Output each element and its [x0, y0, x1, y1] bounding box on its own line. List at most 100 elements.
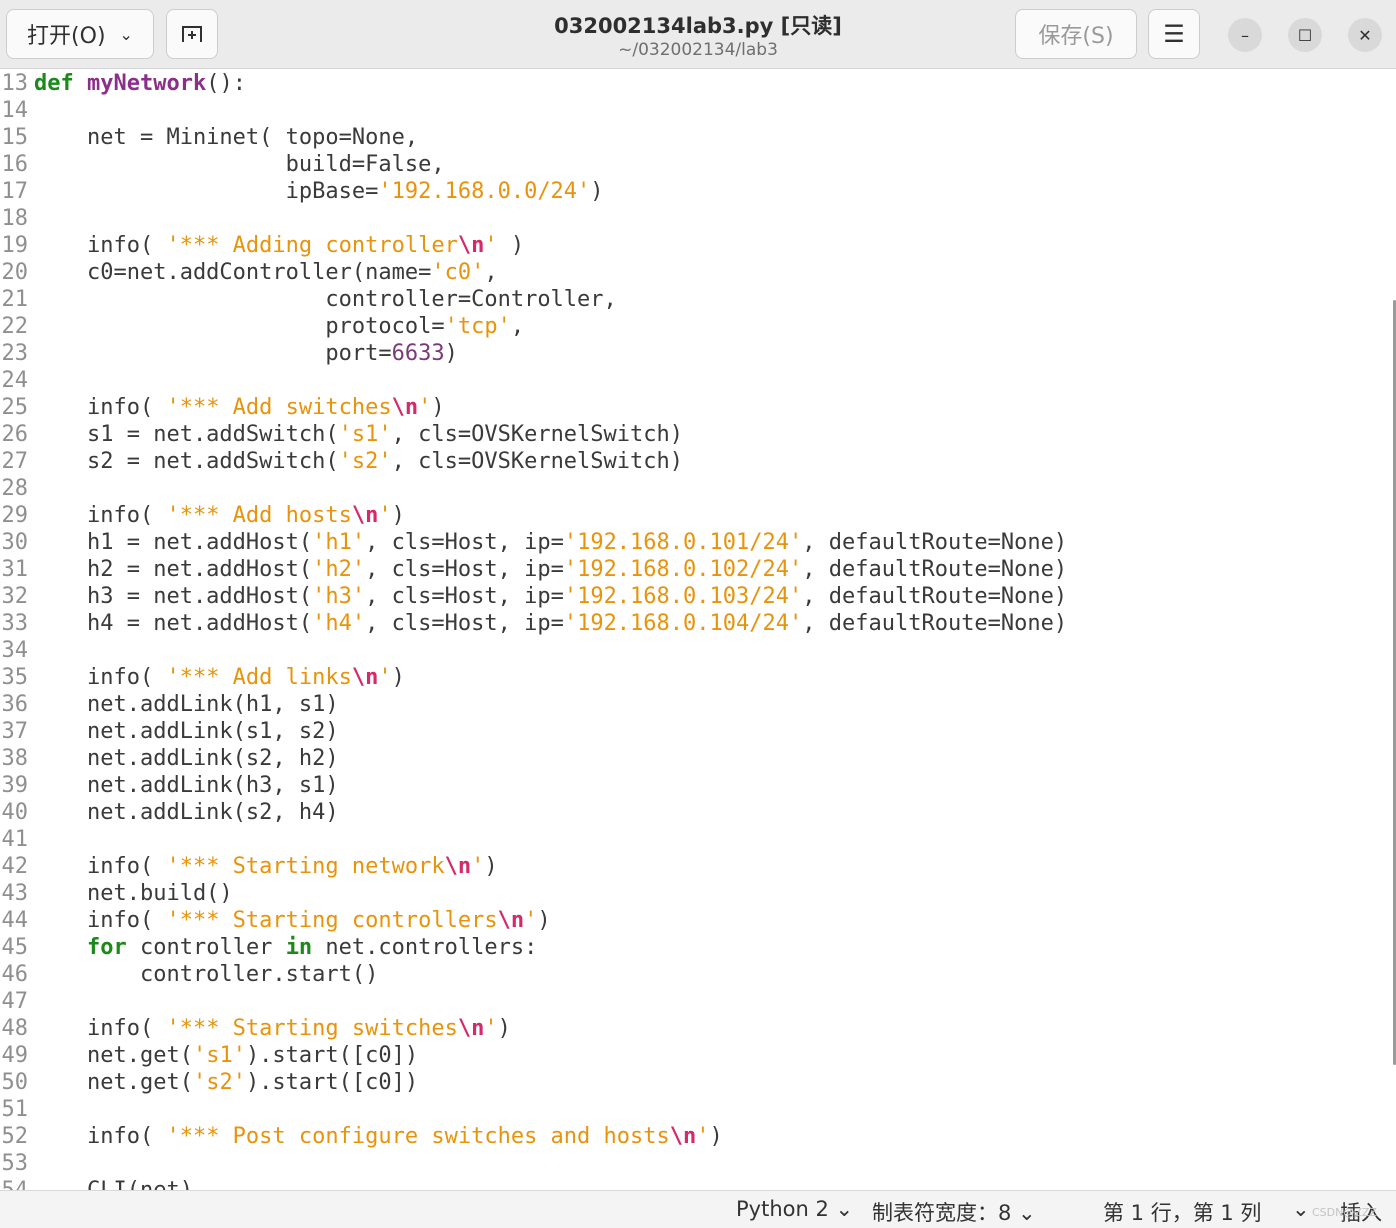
line-number: 21: [1, 287, 29, 312]
code-token: h3 = net.addHost(: [34, 584, 313, 609]
code-token: 'c0': [431, 260, 485, 285]
code-token: ': [484, 1016, 498, 1041]
code-token: '192.168.0.103/24': [563, 584, 803, 609]
cursor-position[interactable]: 第 1 行，第 1 列: [1103, 1197, 1261, 1227]
code-token: net = Mininet( topo=None,: [34, 125, 419, 150]
code-token: s1 = net.addSwitch(: [34, 422, 339, 447]
line-number: 28: [1, 476, 29, 501]
code-text: controller=Controller,: [34, 286, 617, 313]
line-number: 52: [1, 1124, 29, 1149]
code-token: ,: [484, 260, 498, 285]
code-token: h2 = net.addHost(: [34, 557, 313, 582]
code-token: , cls=OVSKernelSwitch): [391, 449, 684, 474]
code-token: \n: [669, 1124, 697, 1149]
code-token: net.addLink(s2, h2): [34, 746, 339, 771]
line-number: 50: [1, 1070, 29, 1095]
code-token: ): [431, 395, 445, 420]
code-token: ': [484, 233, 498, 258]
code-text: ipBase='192.168.0.0/24'): [34, 178, 604, 205]
line-number: 34: [1, 638, 29, 663]
minimize-button[interactable]: –: [1228, 18, 1262, 52]
code-token: '192.168.0.102/24': [563, 557, 803, 582]
line-number: 32: [1, 584, 29, 609]
line-number: 22: [1, 314, 29, 339]
code-token: '*** Starting controllers: [166, 908, 498, 933]
code-editor[interactable]: 13 def myNetwork(): 14 15 net = Mininet( to…: [0, 70, 1396, 1190]
code-token: , cls=OVSKernelSwitch): [391, 422, 684, 447]
code-token: ): [391, 665, 405, 690]
code-token: , defaultRoute=None): [802, 584, 1068, 609]
code-token: \n: [351, 503, 379, 528]
code-token: controller: [126, 935, 286, 960]
code-token: protocol=: [34, 314, 445, 339]
code-token: ).start([c0]): [245, 1043, 419, 1068]
code-text: controller.start(): [34, 961, 378, 988]
maximize-icon: ☐: [1297, 25, 1313, 45]
line-number: 48: [1, 1016, 29, 1041]
line-number: 37: [1, 719, 29, 744]
code-text: info( '*** Adding controller\n' ): [34, 232, 524, 259]
code-token: , cls=Host, ip=: [365, 584, 564, 609]
language-selector[interactable]: Python 2 ⌄: [736, 1197, 853, 1221]
code-token: 'h4': [312, 611, 366, 636]
code-token: '192.168.0.104/24': [563, 611, 803, 636]
code-token: ': [418, 395, 432, 420]
line-number: 16: [1, 152, 29, 177]
line-number: 13: [1, 71, 29, 96]
line-number: 46: [1, 962, 29, 987]
code-token: '*** Adding controller: [166, 233, 458, 258]
code-token: '*** Post configure switches and hosts: [166, 1124, 670, 1149]
code-token: '192.168.0.101/24': [563, 530, 803, 555]
line-number: 27: [1, 449, 29, 474]
line-number: 42: [1, 854, 29, 879]
line-number: 29: [1, 503, 29, 528]
code-token: '*** Add switches: [166, 395, 392, 420]
chevron-down-icon[interactable]: ⌄: [1292, 1197, 1310, 1221]
code-text: net.get('s1').start([c0]): [34, 1042, 418, 1069]
code-token: 's1': [338, 422, 392, 447]
code-text: h4 = net.addHost('h4', cls=Host, ip='192…: [34, 610, 1067, 637]
code-token: ():: [206, 71, 246, 96]
code-token: h4 = net.addHost(: [34, 611, 313, 636]
line-number: 53: [1, 1151, 29, 1176]
code-token: for: [86, 935, 127, 960]
code-token: , cls=Host, ip=: [365, 530, 564, 555]
code-token: ): [444, 341, 458, 366]
code-token: 'h3': [312, 584, 366, 609]
line-number: 39: [1, 773, 29, 798]
code-token: CLI(net): [34, 1178, 193, 1190]
code-text: h3 = net.addHost('h3', cls=Host, ip='192…: [34, 583, 1067, 610]
code-text: h2 = net.addHost('h2', cls=Host, ip='192…: [34, 556, 1067, 583]
line-number: 36: [1, 692, 29, 717]
status-bar: Python 2 ⌄ 制表符宽度：8 ⌄ 第 1 行，第 1 列 ⌄ 插入: [0, 1190, 1396, 1228]
code-token: '*** Starting network: [166, 854, 445, 879]
code-text: info( '*** Add hosts\n'): [34, 502, 405, 529]
code-token: '*** Starting switches: [166, 1016, 458, 1041]
code-token: ): [709, 1124, 723, 1149]
code-token: controller=Controller,: [34, 287, 617, 312]
line-number: 43: [1, 881, 29, 906]
code-text: net.get('s2').start([c0]): [34, 1069, 418, 1096]
code-token: ': [696, 1124, 710, 1149]
close-button[interactable]: ✕: [1348, 18, 1382, 52]
code-text: net = Mininet( topo=None,: [34, 124, 418, 151]
tab-width-selector[interactable]: 制表符宽度：8 ⌄: [872, 1197, 1036, 1227]
save-button[interactable]: 保存(S): [1015, 9, 1137, 59]
code-token: ): [484, 854, 498, 879]
menu-button[interactable]: ☰: [1148, 9, 1200, 59]
maximize-button[interactable]: ☐: [1288, 18, 1322, 52]
code-token: net.get(: [34, 1043, 193, 1068]
code-token: '*** Add links: [166, 665, 352, 690]
line-number: 26: [1, 422, 29, 447]
code-text: s2 = net.addSwitch('s2', cls=OVSKernelSw…: [34, 448, 683, 475]
code-token: in: [285, 935, 313, 960]
line-number: 17: [1, 179, 29, 204]
code-text: h1 = net.addHost('h1', cls=Host, ip='192…: [34, 529, 1067, 556]
code-token: info(: [34, 503, 167, 528]
hamburger-icon: ☰: [1163, 20, 1185, 48]
code-text: net.addLink(s2, h4): [34, 799, 339, 826]
code-token: ,: [510, 314, 525, 339]
line-number: 23: [1, 341, 29, 366]
